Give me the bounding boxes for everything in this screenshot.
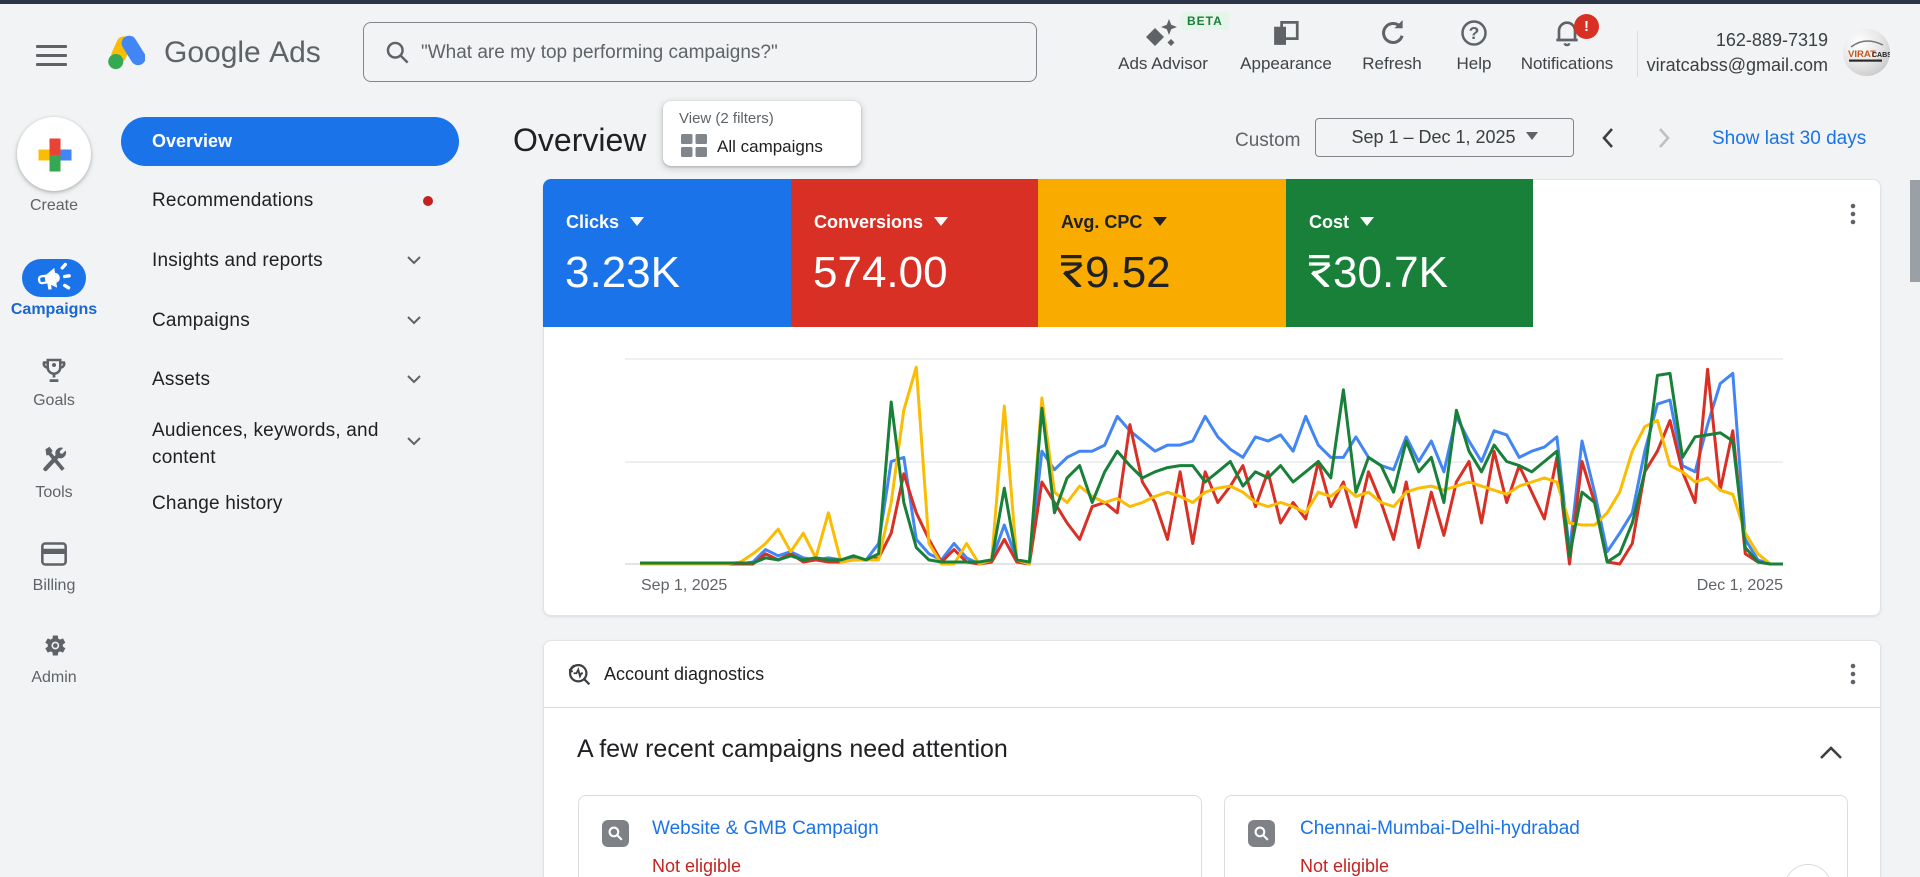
svg-text:CABS: CABS (1872, 52, 1890, 59)
svg-text:?: ? (1469, 23, 1480, 43)
